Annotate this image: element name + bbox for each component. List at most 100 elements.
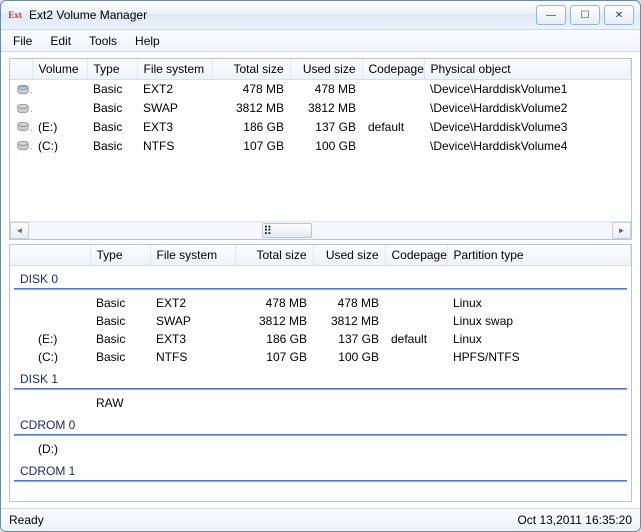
- cell-used: 100 GB: [313, 348, 385, 366]
- cell-type: Basic: [90, 348, 150, 366]
- cell-fs: [150, 440, 235, 458]
- volumes-table: Volume Type File system Total size Used …: [10, 59, 631, 155]
- col2-codepage[interactable]: Codepage: [385, 245, 447, 266]
- col-codepage[interactable]: Codepage: [362, 59, 424, 80]
- cell-ptype: [447, 440, 631, 458]
- menu-tools[interactable]: Tools: [81, 32, 125, 50]
- cell-phys: \Device\HarddiskVolume3: [424, 118, 631, 137]
- cell-ptype: Linux swap: [447, 312, 631, 330]
- drive-icon: [16, 139, 30, 153]
- cell-total: 107 GB: [212, 136, 290, 155]
- cell-volume: [10, 294, 90, 312]
- cell-type: [90, 440, 150, 458]
- maximize-button[interactable]: ☐: [570, 5, 600, 25]
- menu-help[interactable]: Help: [127, 32, 168, 50]
- cell-icon: [10, 136, 32, 155]
- status-clock: Oct 13,2011 16:35:20: [517, 513, 632, 527]
- disks-body[interactable]: DISK 0BasicEXT2478 MB478 MBLinuxBasicSWA…: [10, 266, 631, 501]
- table-row[interactable]: BasicSWAP3812 MB3812 MBLinux swap: [10, 312, 631, 330]
- cell-volume: [10, 394, 90, 412]
- menu-file[interactable]: File: [5, 32, 40, 50]
- col-total[interactable]: Total size: [212, 59, 290, 80]
- window-title: Ext2 Volume Manager: [29, 8, 536, 22]
- app-icon: Ext: [7, 7, 23, 23]
- table-row[interactable]: BasicEXT2478 MB478 MBLinux: [10, 294, 631, 312]
- cell-type: Basic: [87, 136, 137, 155]
- cell-codepage: [362, 136, 424, 155]
- scroll-right-arrow-icon[interactable]: ►: [612, 222, 631, 239]
- col2-used[interactable]: Used size: [313, 245, 385, 266]
- disk-partitions: (D:): [10, 440, 631, 458]
- col-fs[interactable]: File system: [137, 59, 212, 80]
- cell-fs: SWAP: [150, 312, 235, 330]
- cell-ptype: Linux: [447, 330, 631, 348]
- menu-edit[interactable]: Edit: [42, 32, 79, 50]
- minimize-button[interactable]: —: [536, 5, 566, 25]
- volumes-panel: Volume Type File system Total size Used …: [9, 58, 632, 240]
- cell-used: 478 MB: [313, 294, 385, 312]
- disk-block: DISK 1RAW: [10, 370, 631, 412]
- cell-fs: EXT2: [137, 80, 212, 99]
- cell-total: 478 MB: [235, 294, 313, 312]
- col-volume[interactable]: Volume: [32, 59, 87, 80]
- disks-panel: Type File system Total size Used size Co…: [9, 244, 632, 502]
- col-type[interactable]: Type: [87, 59, 137, 80]
- cell-volume: [32, 80, 87, 99]
- cell-volume: (C:): [10, 348, 90, 366]
- cell-volume: [32, 99, 87, 118]
- cell-total: 107 GB: [235, 348, 313, 366]
- cell-used: [313, 394, 385, 412]
- cell-codepage: [385, 294, 447, 312]
- col2-fs[interactable]: File system: [150, 245, 235, 266]
- table-row[interactable]: RAW: [10, 394, 631, 412]
- cell-fs: [150, 394, 235, 412]
- disk-separator: [14, 480, 627, 482]
- title-bar[interactable]: Ext Ext2 Volume Manager — ☐ ✕: [1, 1, 640, 30]
- cell-used: 478 MB: [290, 80, 362, 99]
- cell-type: RAW: [90, 394, 150, 412]
- table-row[interactable]: BasicSWAP3812 MB3812 MB\Device\HarddiskV…: [10, 99, 631, 118]
- app-window: Ext Ext2 Volume Manager — ☐ ✕ File Edit …: [0, 0, 641, 532]
- scroll-thumb[interactable]: ⠿: [262, 223, 312, 238]
- cell-fs: NTFS: [150, 348, 235, 366]
- cell-total: 186 GB: [235, 330, 313, 348]
- cell-phys: \Device\HarddiskVolume4: [424, 136, 631, 155]
- scroll-track[interactable]: ⠿: [29, 223, 612, 238]
- table-row[interactable]: (D:): [10, 440, 631, 458]
- cell-codepage: default: [385, 330, 447, 348]
- table-row[interactable]: BasicEXT2478 MB478 MB\Device\HarddiskVol…: [10, 80, 631, 99]
- col2-ptype[interactable]: Partition type: [447, 245, 631, 266]
- cell-volume: (C:): [32, 136, 87, 155]
- table-row[interactable]: (E:)BasicEXT3186 GB137 GBdefault\Device\…: [10, 118, 631, 137]
- scroll-left-arrow-icon[interactable]: ◄: [10, 222, 29, 239]
- table-row[interactable]: (C:)BasicNTFS107 GB100 GB\Device\Harddis…: [10, 136, 631, 155]
- disk-block: DISK 0BasicEXT2478 MB478 MBLinuxBasicSWA…: [10, 270, 631, 366]
- cell-icon: [10, 80, 32, 99]
- status-text: Ready: [9, 513, 44, 527]
- cell-fs: EXT3: [137, 118, 212, 137]
- cell-codepage: [362, 80, 424, 99]
- cell-codepage: [385, 394, 447, 412]
- disk-block: CDROM 0(D:): [10, 416, 631, 458]
- cell-used: [313, 440, 385, 458]
- col2-spacer[interactable]: [10, 245, 90, 266]
- cell-codepage: [385, 348, 447, 366]
- col2-type[interactable]: Type: [90, 245, 150, 266]
- cell-phys: \Device\HarddiskVolume1: [424, 80, 631, 99]
- close-button[interactable]: ✕: [604, 5, 634, 25]
- disk-partitions: RAW: [10, 394, 631, 412]
- col2-total[interactable]: Total size: [235, 245, 313, 266]
- table-row[interactable]: (C:)BasicNTFS107 GB100 GBHPFS/NTFS: [10, 348, 631, 366]
- col-icon[interactable]: [10, 59, 32, 80]
- col-phys[interactable]: Physical object: [424, 59, 631, 80]
- table-row[interactable]: (E:)BasicEXT3186 GB137 GBdefaultLinux: [10, 330, 631, 348]
- cell-used: 3812 MB: [313, 312, 385, 330]
- horizontal-scrollbar[interactable]: ◄ ⠿ ►: [10, 221, 631, 239]
- volumes-table-body: BasicEXT2478 MB478 MB\Device\HarddiskVol…: [10, 80, 631, 156]
- col-used[interactable]: Used size: [290, 59, 362, 80]
- cell-volume: (E:): [32, 118, 87, 137]
- disk-separator: [14, 288, 627, 290]
- disk-separator: [14, 388, 627, 390]
- drive-icon: [16, 120, 30, 134]
- disk-separator: [14, 434, 627, 436]
